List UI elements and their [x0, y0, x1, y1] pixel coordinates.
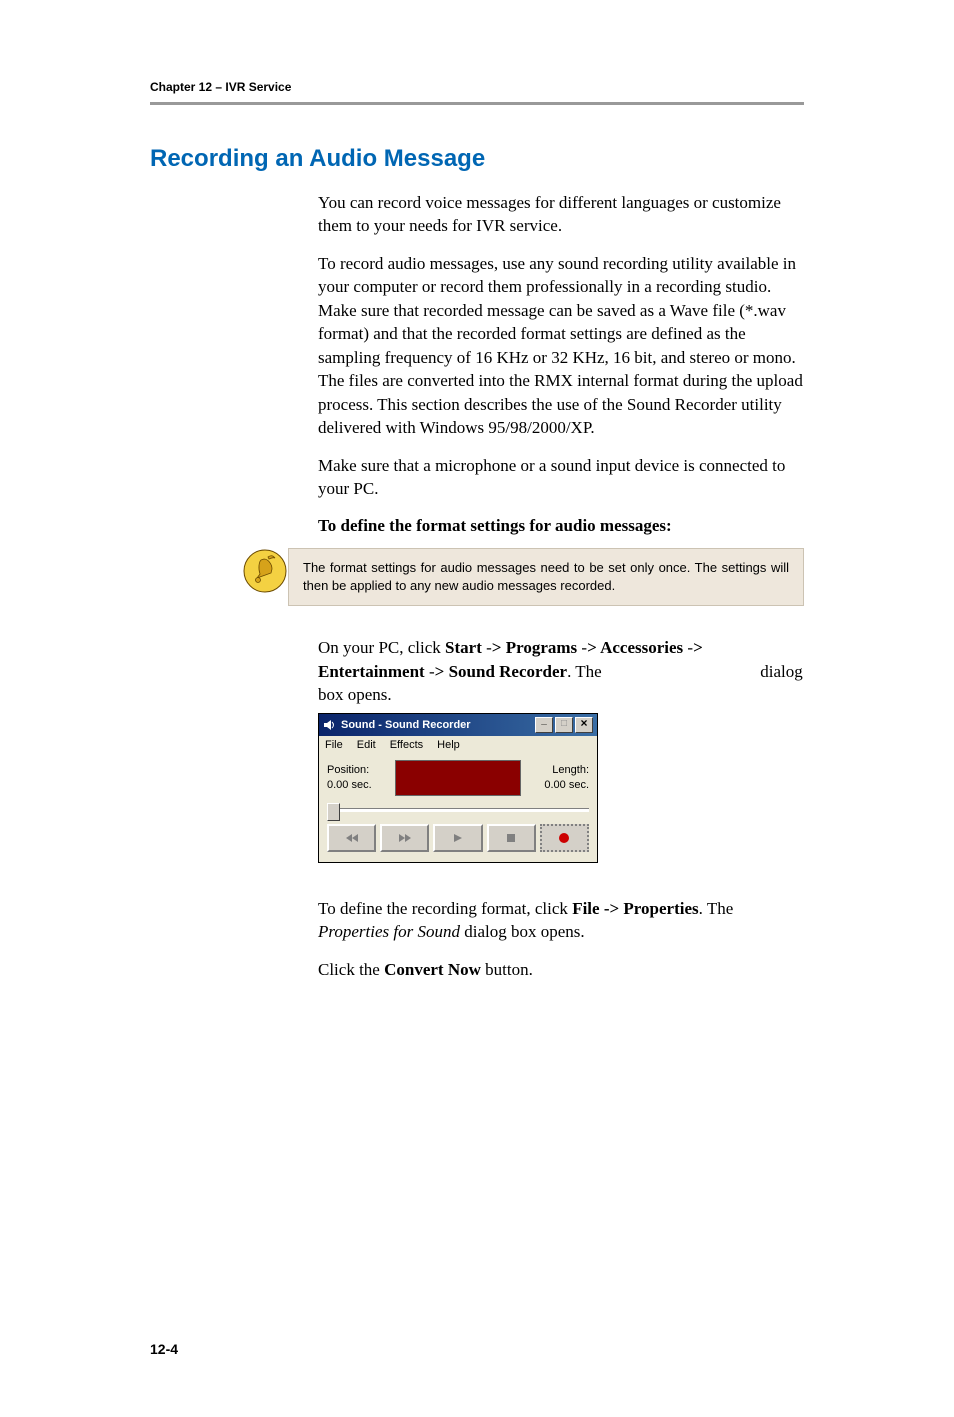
note-text: The format settings for audio messages n… [288, 548, 804, 606]
titlebar[interactable]: Sound - Sound Recorder [319, 714, 597, 736]
seek-start-button[interactable] [327, 824, 376, 852]
subheading: To define the format settings for audio … [318, 514, 804, 537]
minimize-button[interactable] [535, 717, 553, 733]
playback-slider[interactable] [327, 802, 589, 816]
menu-edit[interactable]: Edit [357, 739, 376, 751]
record-icon [559, 833, 569, 843]
chapter-header: Chapter 12 – IVR Service [150, 80, 804, 94]
step-2: To define the recording format, click Fi… [318, 897, 804, 944]
page-number: 12-4 [150, 1341, 804, 1357]
seek-end-button[interactable] [380, 824, 429, 852]
stop-button[interactable] [487, 824, 536, 852]
menu-bar: File Edit Effects Help [319, 736, 597, 754]
position-readout: Position: 0.00 sec. [327, 763, 389, 792]
intro-para-2: To record audio messages, use any sound … [318, 252, 804, 440]
window-title: Sound - Sound Recorder [341, 719, 471, 731]
sound-recorder-window: Sound - Sound Recorder File Edit Effects… [318, 713, 598, 863]
maximize-button [555, 717, 573, 733]
step-1: On your PC, click Start -> Programs -> A… [318, 636, 804, 706]
waveform-display [395, 760, 521, 796]
length-readout: Length: 0.00 sec. [527, 763, 589, 792]
play-button[interactable] [433, 824, 482, 852]
menu-effects[interactable]: Effects [390, 739, 423, 751]
intro-para-3: Make sure that a microphone or a sound i… [318, 454, 804, 501]
note-icon [242, 548, 288, 599]
section-title: Recording an Audio Message [150, 145, 804, 173]
close-button[interactable] [575, 717, 593, 733]
record-button[interactable] [540, 824, 589, 852]
header-rule [150, 102, 804, 105]
intro-para-1: You can record voice messages for differ… [318, 191, 804, 238]
step-3: Click the Convert Now button. [318, 958, 804, 981]
speaker-icon [323, 719, 337, 731]
menu-file[interactable]: File [325, 739, 343, 751]
menu-help[interactable]: Help [437, 739, 460, 751]
